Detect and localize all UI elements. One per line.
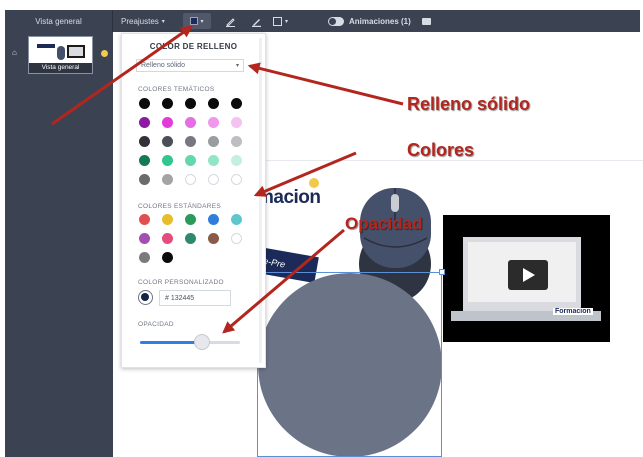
standard-colors-title: COLORES ESTÁNDARES — [138, 203, 222, 210]
theme-color-swatch[interactable] — [162, 174, 173, 185]
theme-color-swatch[interactable] — [139, 136, 150, 147]
theme-color-swatch[interactable] — [208, 155, 219, 166]
theme-color-swatch[interactable] — [231, 174, 242, 185]
border-button[interactable]: ▾ — [273, 10, 288, 32]
pen-icon — [226, 17, 235, 27]
theme-color-swatch[interactable] — [185, 117, 196, 128]
stroke-button[interactable] — [251, 10, 262, 32]
opacity-title: OPACIDAD — [138, 321, 174, 328]
thumbnail-label: Vista general — [29, 63, 92, 73]
pen-button[interactable] — [225, 10, 236, 32]
status-dot — [101, 50, 108, 57]
theme-color-swatch[interactable] — [139, 117, 150, 128]
animations-label: Animaciones (1) — [349, 16, 411, 26]
fill-color-button[interactable]: ▾ — [183, 13, 211, 29]
theme-color-swatch[interactable] — [185, 136, 196, 147]
animations-toggle[interactable]: Animaciones (1) — [328, 10, 411, 32]
standard-color-swatch[interactable] — [162, 233, 173, 244]
top-toolbar: Vista general Preajustes ▾ ▾ ▾ Animacion… — [5, 10, 640, 32]
standard-color-swatch[interactable] — [139, 252, 150, 263]
tab-overview[interactable]: Vista general — [5, 10, 113, 32]
fill-color-panel: COLOR DE RELLENO Relleno sólido ▾ COLORE… — [121, 33, 266, 368]
standard-color-swatch[interactable] — [185, 233, 196, 244]
presets-label: Preajustes — [121, 16, 159, 26]
chevron-down-icon: ▾ — [161, 18, 165, 25]
opacity-slider-fill — [140, 341, 202, 344]
fill-color-icon — [190, 17, 199, 25]
presets-button[interactable]: Preajustes ▾ — [121, 10, 165, 32]
toggle-icon — [328, 16, 344, 26]
standard-color-swatch[interactable] — [208, 214, 219, 225]
caret-icon: ▾ — [285, 18, 289, 25]
theme-color-swatch[interactable] — [231, 98, 242, 109]
banner-text: e-Pre — [262, 255, 286, 270]
annotation-opacidad: Opacidad — [345, 214, 423, 233]
brand-text[interactable]: macion — [257, 187, 321, 209]
theme-color-swatch[interactable] — [139, 155, 150, 166]
laptop-image — [463, 237, 581, 311]
theme-color-swatch[interactable] — [185, 174, 196, 185]
custom-color-dot — [141, 293, 149, 301]
chevron-down-icon: ▾ — [235, 63, 239, 69]
theme-color-swatch[interactable] — [162, 155, 173, 166]
theme-color-swatch[interactable] — [231, 117, 242, 128]
theme-color-swatch[interactable] — [208, 136, 219, 147]
theme-color-swatch[interactable] — [231, 155, 242, 166]
annotation-colores: Colores — [407, 140, 475, 160]
theme-color-swatch[interactable] — [208, 174, 219, 185]
theme-color-swatch[interactable] — [185, 98, 196, 109]
play-icon[interactable] — [508, 260, 548, 290]
panel-scrollbar[interactable] — [259, 38, 262, 363]
panel-title: COLOR DE RELLENO — [149, 42, 238, 51]
caret-icon: ▾ — [200, 18, 204, 25]
stroke-pen-icon — [252, 18, 261, 27]
home-icon[interactable]: ⌂ — [12, 48, 17, 57]
selection-box — [257, 272, 442, 457]
custom-color-input[interactable]: # 132445 — [159, 290, 231, 306]
slide-thumbnail[interactable]: Vista general — [28, 36, 93, 74]
theme-color-swatch[interactable] — [185, 155, 196, 166]
standard-color-swatch[interactable] — [231, 233, 242, 244]
comments-button[interactable] — [422, 10, 431, 32]
theme-color-swatch[interactable] — [231, 136, 242, 147]
custom-color-title: COLOR PERSONALIZADO — [138, 279, 224, 286]
theme-color-swatch[interactable] — [208, 117, 219, 128]
annotation-relleno: Relleno sólido — [407, 94, 531, 114]
theme-color-swatch[interactable] — [162, 136, 173, 147]
standard-color-swatch[interactable] — [231, 214, 242, 225]
standard-color-swatch[interactable] — [208, 233, 219, 244]
standard-color-swatch[interactable] — [185, 214, 196, 225]
video-element[interactable]: Formacion — [443, 215, 610, 342]
border-icon — [273, 16, 282, 26]
opacity-slider-thumb[interactable] — [194, 334, 210, 350]
laptop-screen — [468, 242, 576, 302]
fill-type-select[interactable]: Relleno sólido ▾ — [136, 59, 244, 72]
theme-color-swatch[interactable] — [139, 98, 150, 109]
theme-color-swatch[interactable] — [139, 174, 150, 185]
video-brand-text: Formacion — [553, 308, 593, 315]
standard-color-swatch[interactable] — [139, 233, 150, 244]
custom-color-swatch[interactable] — [138, 290, 153, 305]
theme-color-swatch[interactable] — [162, 98, 173, 109]
theme-color-swatch[interactable] — [162, 117, 173, 128]
standard-color-swatch[interactable] — [162, 252, 173, 263]
theme-colors-title: COLORES TEMÁTICOS — [138, 86, 215, 93]
standard-color-swatch[interactable] — [139, 214, 150, 225]
thumbnail-image — [37, 44, 85, 60]
theme-color-swatch[interactable] — [208, 98, 219, 109]
brand-dot — [309, 178, 319, 188]
standard-color-swatch[interactable] — [162, 214, 173, 225]
chat-icon — [422, 17, 431, 25]
resize-handle[interactable] — [439, 269, 445, 275]
opacity-slider[interactable] — [140, 341, 240, 344]
sidebar: ⌂ Vista general — [5, 32, 113, 457]
fill-type-value: Relleno sólido — [141, 62, 185, 69]
